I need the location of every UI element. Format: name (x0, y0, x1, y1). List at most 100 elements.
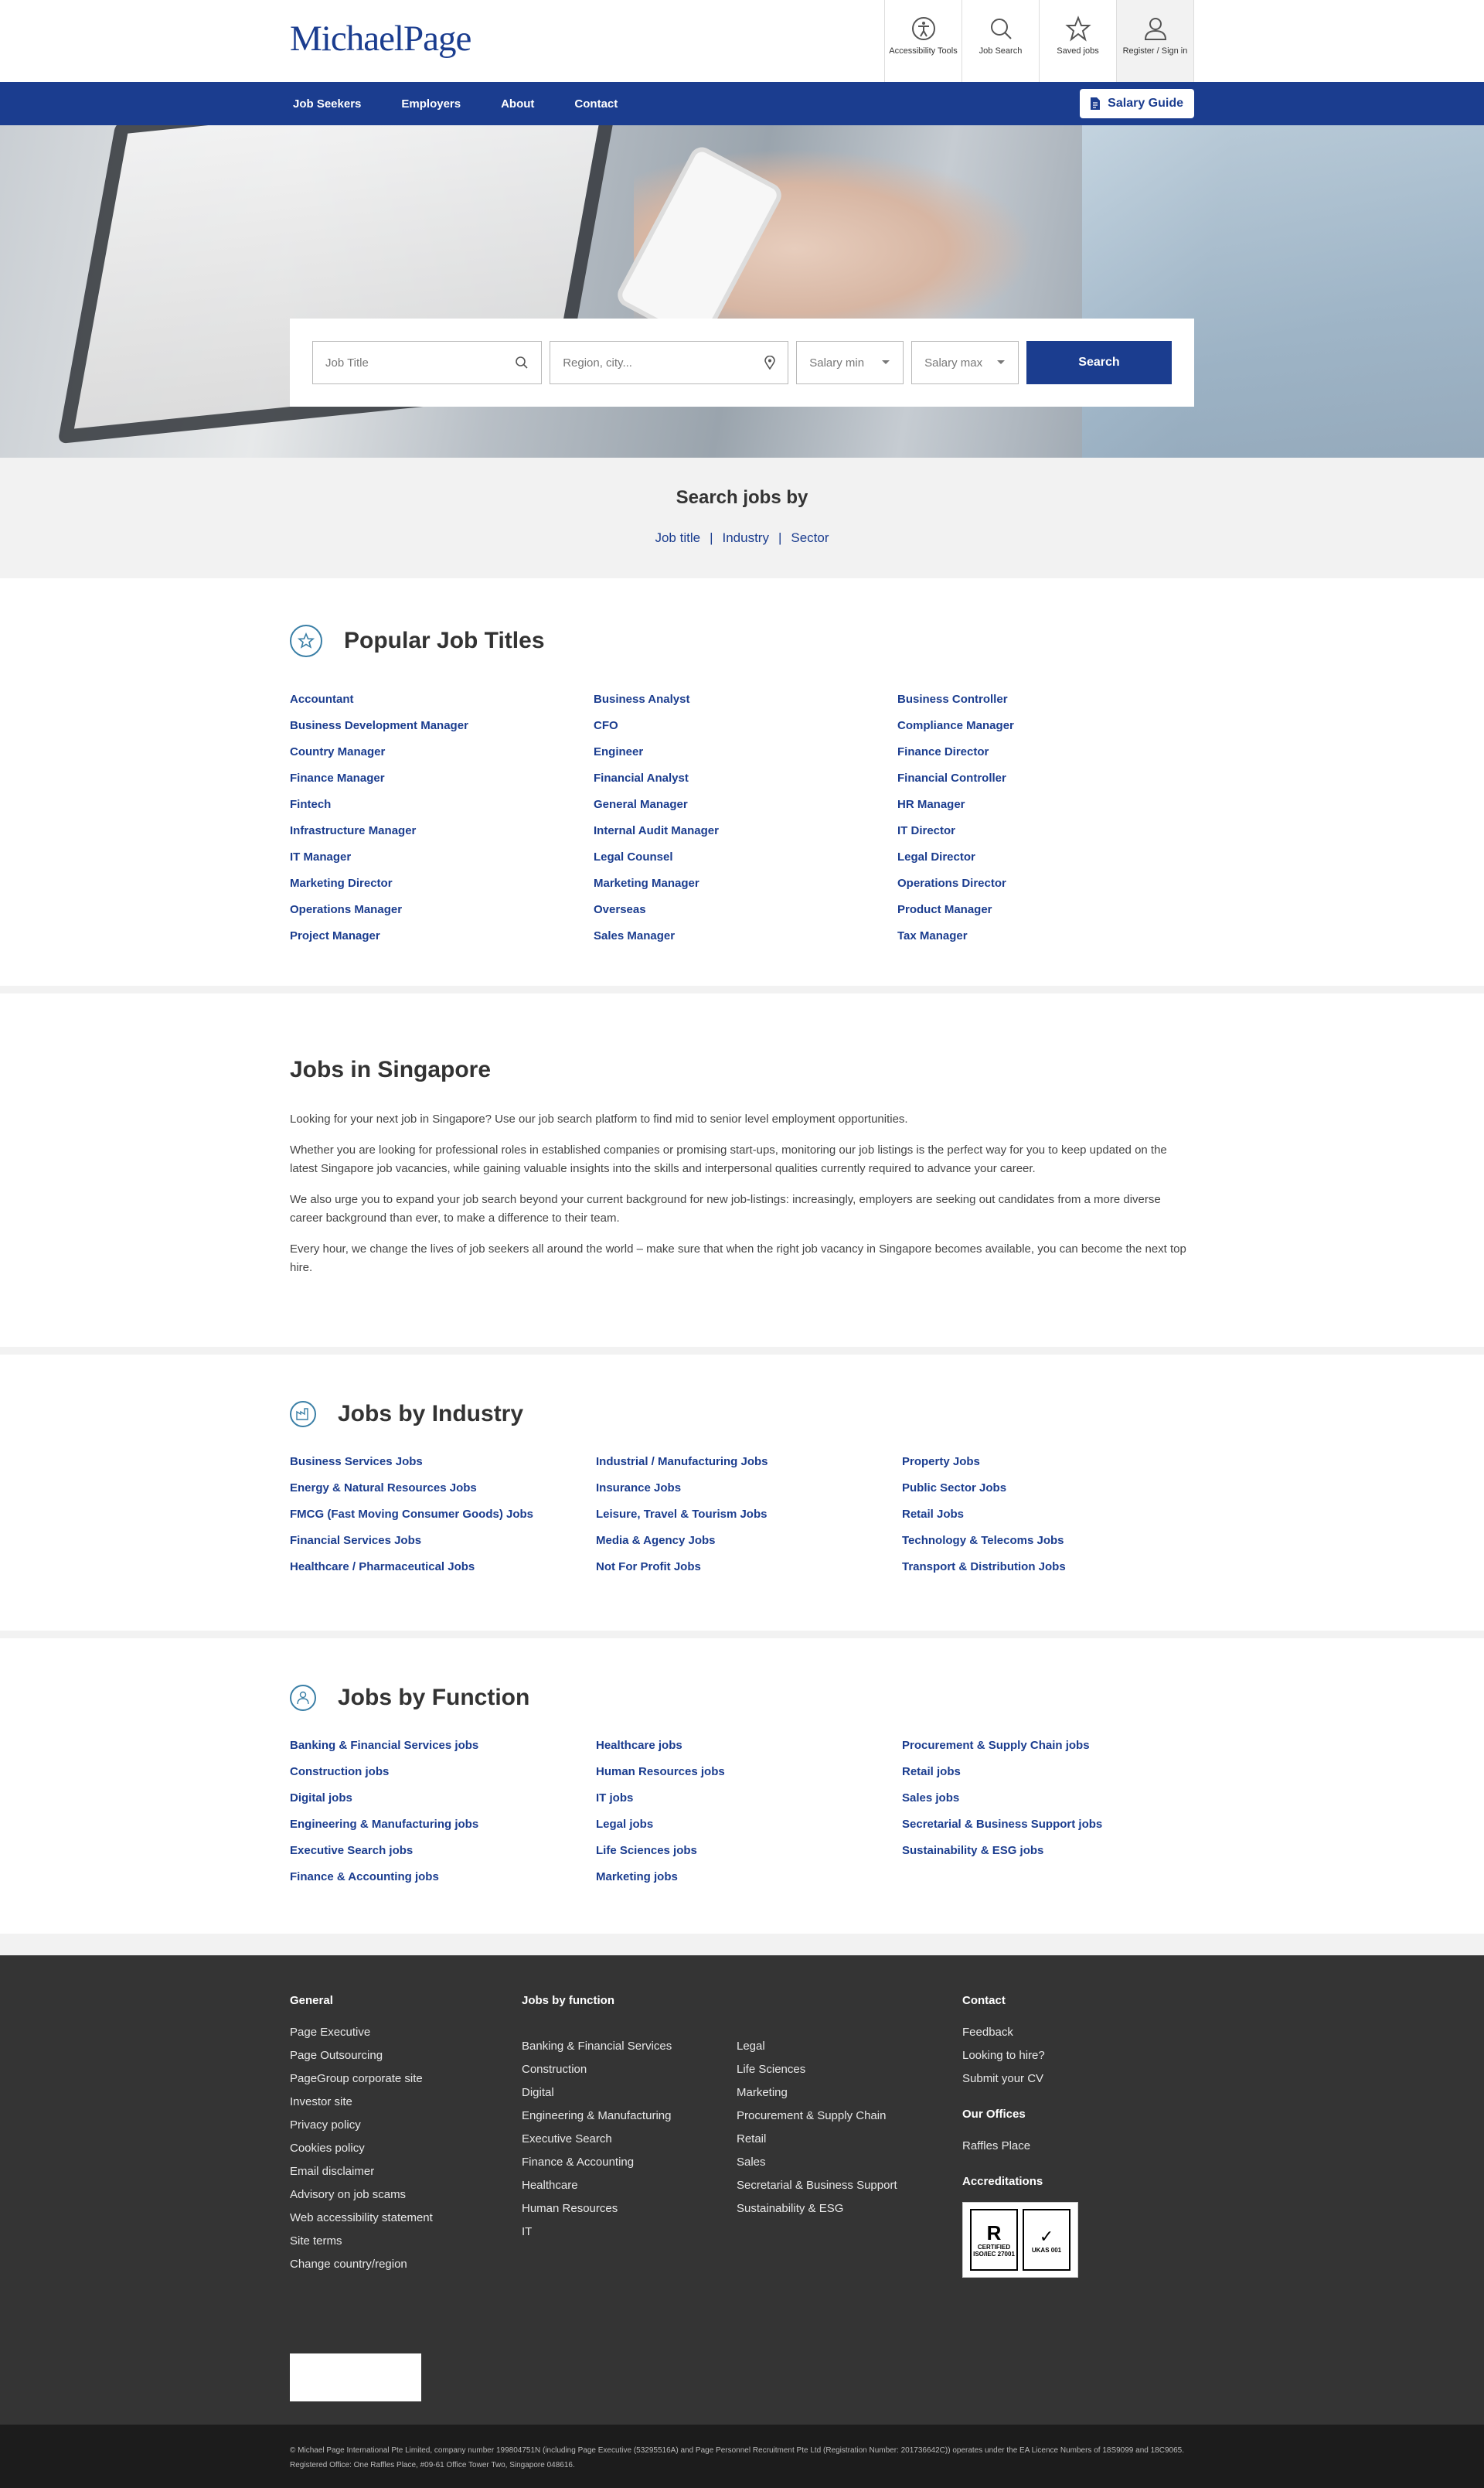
link-item[interactable]: Operations Director (897, 871, 1194, 897)
region-input[interactable]: Region, city... (550, 341, 789, 384)
link-item[interactable]: HR Manager (897, 792, 1194, 818)
link-item[interactable]: Energy & Natural Resources Jobs (290, 1475, 596, 1501)
link-item[interactable]: Sales (737, 2151, 951, 2174)
search-by-sector-link[interactable]: Sector (791, 530, 829, 545)
link-item[interactable]: Product Manager (897, 897, 1194, 923)
link-item[interactable]: Media & Agency Jobs (596, 1528, 902, 1554)
link-item[interactable]: Finance & Accounting jobs (290, 1864, 596, 1890)
link-item[interactable]: Public Sector Jobs (902, 1475, 1194, 1501)
link-item[interactable]: Change country/region (290, 2253, 522, 2276)
link-item[interactable]: Financial Services Jobs (290, 1528, 596, 1554)
link-item[interactable]: Legal Director (897, 844, 1194, 871)
link-item[interactable]: Healthcare jobs (596, 1733, 902, 1759)
salary-max-select[interactable]: Salary max (911, 341, 1019, 384)
link-item[interactable]: Industrial / Manufacturing Jobs (596, 1449, 902, 1475)
link-item[interactable]: Technology & Telecoms Jobs (902, 1528, 1194, 1554)
link-item[interactable]: Advisory on job scams (290, 2183, 522, 2207)
nav-about[interactable]: About (498, 97, 534, 111)
link-item[interactable]: Web accessibility statement (290, 2207, 522, 2230)
link-item[interactable]: Engineering & Manufacturing (522, 2105, 737, 2128)
link-item[interactable]: Looking to hire? (962, 2044, 1194, 2067)
nav-job-seekers[interactable]: Job Seekers (290, 97, 361, 111)
link-item[interactable]: IT Manager (290, 844, 594, 871)
link-item[interactable]: Retail Jobs (902, 1501, 1194, 1528)
link-item[interactable]: Procurement & Supply Chain (737, 2105, 951, 2128)
job-search-button[interactable]: Job Search (962, 0, 1040, 82)
link-item[interactable]: Sales Manager (594, 923, 897, 949)
link-item[interactable]: Cookies policy (290, 2137, 522, 2160)
link-item[interactable]: Financial Analyst (594, 765, 897, 792)
nav-contact[interactable]: Contact (571, 97, 618, 111)
link-item[interactable]: Feedback (962, 2021, 1194, 2044)
link-item[interactable]: IT jobs (596, 1785, 902, 1811)
link-item[interactable]: IT (522, 2220, 737, 2244)
link-item[interactable]: Business Analyst (594, 687, 897, 713)
link-item[interactable]: Engineer (594, 739, 897, 765)
link-item[interactable]: Executive Search (522, 2128, 737, 2151)
search-by-job-title-link[interactable]: Job title (655, 530, 700, 545)
nav-employers[interactable]: Employers (398, 97, 461, 111)
link-item[interactable]: Finance & Accounting (522, 2151, 737, 2174)
link-item[interactable]: Life Sciences (737, 2058, 951, 2081)
link-item[interactable]: Healthcare (522, 2174, 737, 2197)
link-item[interactable]: CFO (594, 713, 897, 739)
link-item[interactable]: Marketing Manager (594, 871, 897, 897)
salary-guide-button[interactable]: Salary Guide (1080, 89, 1194, 118)
link-item[interactable]: Compliance Manager (897, 713, 1194, 739)
link-item[interactable]: Insurance Jobs (596, 1475, 902, 1501)
search-by-industry-link[interactable]: Industry (722, 530, 768, 545)
link-item[interactable]: Human Resources jobs (596, 1759, 902, 1785)
link-item[interactable]: Engineering & Manufacturing jobs (290, 1811, 596, 1838)
link-item[interactable]: Secretarial & Business Support (737, 2174, 951, 2197)
link-item[interactable]: Marketing (737, 2081, 951, 2105)
link-item[interactable]: Retail jobs (902, 1759, 1194, 1785)
link-item[interactable]: Fintech (290, 792, 594, 818)
link-item[interactable]: Digital (522, 2081, 737, 2105)
salary-min-select[interactable]: Salary min (796, 341, 904, 384)
link-item[interactable]: Business Services Jobs (290, 1449, 596, 1475)
link-item[interactable]: Life Sciences jobs (596, 1838, 902, 1864)
link-item[interactable]: Site terms (290, 2230, 522, 2253)
link-item[interactable]: Operations Manager (290, 897, 594, 923)
link-item[interactable]: Email disclaimer (290, 2160, 522, 2183)
saved-jobs-button[interactable]: Saved jobs (1040, 0, 1117, 82)
link-item[interactable]: Banking & Financial Services jobs (290, 1733, 596, 1759)
site-logo[interactable]: MichaelPage (290, 18, 471, 60)
link-item[interactable]: Accountant (290, 687, 594, 713)
link-item[interactable]: IT Director (897, 818, 1194, 844)
link-item[interactable]: PageGroup corporate site (290, 2067, 522, 2091)
link-item[interactable]: Legal jobs (596, 1811, 902, 1838)
link-item[interactable]: Digital jobs (290, 1785, 596, 1811)
link-item[interactable]: General Manager (594, 792, 897, 818)
link-item[interactable]: Banking & Financial Services (522, 2035, 737, 2058)
link-item[interactable]: Legal Counsel (594, 844, 897, 871)
link-item[interactable]: Project Manager (290, 923, 594, 949)
link-item[interactable]: Business Controller (897, 687, 1194, 713)
link-item[interactable]: Country Manager (290, 739, 594, 765)
link-item[interactable]: Marketing jobs (596, 1864, 902, 1890)
link-item[interactable]: Secretarial & Business Support jobs (902, 1811, 1194, 1838)
link-item[interactable]: Tax Manager (897, 923, 1194, 949)
link-item[interactable]: Sales jobs (902, 1785, 1194, 1811)
register-signin-button[interactable]: Register / Sign in (1117, 0, 1194, 82)
search-button[interactable]: Search (1026, 341, 1172, 384)
link-item[interactable]: Internal Audit Manager (594, 818, 897, 844)
link-item[interactable]: Retail (737, 2128, 951, 2151)
link-item[interactable]: Not For Profit Jobs (596, 1554, 902, 1580)
link-item[interactable]: Privacy policy (290, 2114, 522, 2137)
link-item[interactable]: Procurement & Supply Chain jobs (902, 1733, 1194, 1759)
link-item[interactable]: Business Development Manager (290, 713, 594, 739)
link-item[interactable]: Legal (737, 2035, 951, 2058)
link-item[interactable]: Financial Controller (897, 765, 1194, 792)
link-item[interactable]: Transport & Distribution Jobs (902, 1554, 1194, 1580)
link-item[interactable]: Sustainability & ESG (737, 2197, 951, 2220)
link-item[interactable]: Page Executive (290, 2021, 522, 2044)
link-item[interactable]: Construction (522, 2058, 737, 2081)
link-item[interactable]: Leisure, Travel & Tourism Jobs (596, 1501, 902, 1528)
link-item[interactable]: Raffles Place (962, 2135, 1194, 2158)
job-title-input[interactable]: Job Title (312, 341, 543, 384)
link-item[interactable]: Executive Search jobs (290, 1838, 596, 1864)
link-item[interactable]: Overseas (594, 897, 897, 923)
link-item[interactable]: Infrastructure Manager (290, 818, 594, 844)
link-item[interactable]: Property Jobs (902, 1449, 1194, 1475)
